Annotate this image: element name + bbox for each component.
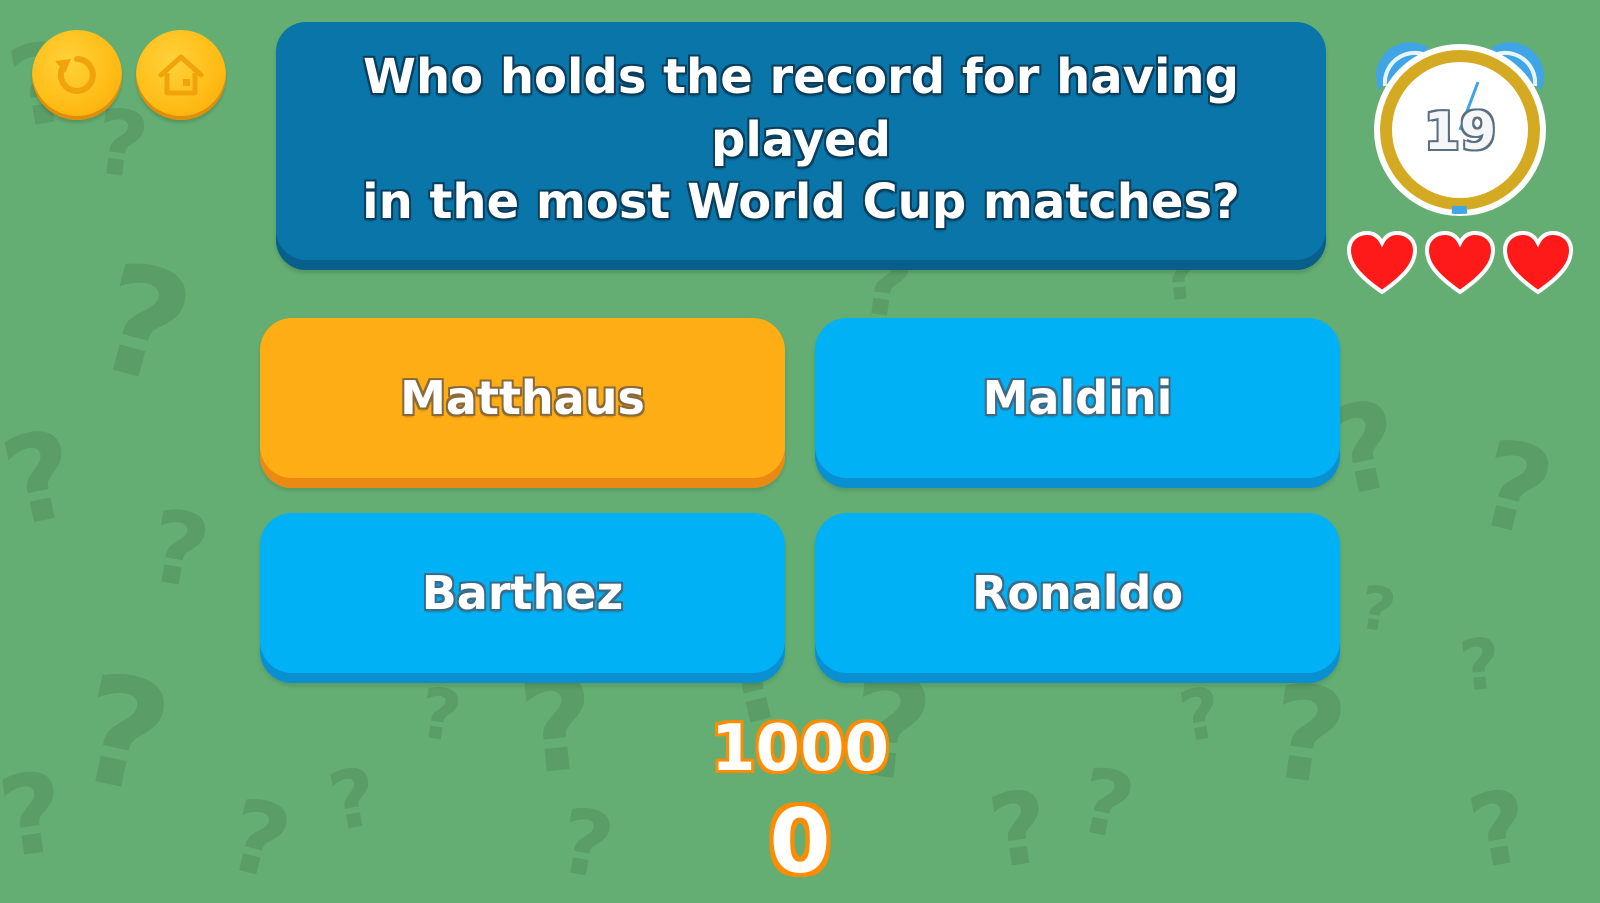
- answer-label: Maldini: [982, 371, 1173, 425]
- heart-icon: [1346, 230, 1418, 295]
- answer-label: Barthez: [421, 566, 624, 620]
- question-text: Who holds the record for having played i…: [306, 46, 1296, 233]
- answer-button-2[interactable]: Maldini: [815, 318, 1340, 488]
- question-panel: Who holds the record for having played i…: [276, 22, 1326, 270]
- lives: [1346, 230, 1586, 300]
- restart-icon: [55, 56, 96, 94]
- bg-question-mark: ?: [1354, 572, 1401, 648]
- bg-question-mark: ?: [140, 486, 218, 613]
- home-icon: [158, 54, 204, 96]
- heart-icon: [1424, 230, 1496, 295]
- answer-label: Matthaus: [400, 371, 645, 425]
- home-button[interactable]: [136, 30, 226, 120]
- answer-label: Ronaldo: [971, 566, 1184, 620]
- score-current: 0: [769, 790, 831, 893]
- answer-button-4[interactable]: Ronaldo: [815, 513, 1340, 683]
- bg-question-mark: ?: [78, 229, 209, 421]
- bg-question-mark: ?: [1464, 413, 1566, 566]
- bg-question-mark: ?: [0, 404, 89, 555]
- restart-button[interactable]: [32, 30, 122, 120]
- bg-question-mark: ?: [1455, 622, 1505, 708]
- timer-value: 19: [1423, 102, 1497, 162]
- answer-button-1[interactable]: Matthaus: [260, 318, 785, 488]
- question-line-2: in the most World Cup matches?: [362, 174, 1240, 231]
- score-target: 1000: [710, 712, 890, 786]
- question-line-1: Who holds the record for having played: [363, 49, 1239, 168]
- heart-icon: [1502, 230, 1574, 295]
- timer: 19: [1365, 30, 1555, 220]
- answer-button-3[interactable]: Barthez: [260, 513, 785, 683]
